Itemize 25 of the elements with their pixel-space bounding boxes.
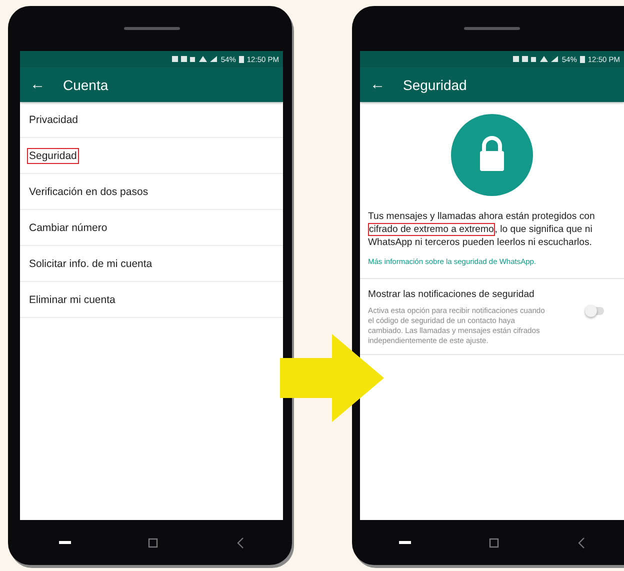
menu-item[interactable]: Privacidad [20, 102, 283, 138]
menu-item[interactable]: Verificación en dos pasos [20, 174, 283, 210]
encryption-text: Tus mensajes y llamadas ahora están protegidos con cifrado de extremo a extremo, lo que significa que ni WhatsApp ni terceros pueden leerlos ni escucharlos. [368, 210, 596, 249]
speaker-slot [464, 27, 520, 30]
menu-item[interactable]: Seguridad [20, 138, 283, 174]
status-icons [172, 55, 218, 63]
screen-title: Seguridad [403, 76, 467, 92]
screen-title: Cuenta [63, 76, 108, 92]
notification-toggle[interactable] [586, 307, 604, 315]
recents-icon[interactable] [58, 541, 71, 544]
battery-icon [580, 55, 585, 63]
speaker-slot [124, 27, 180, 30]
home-icon[interactable] [148, 538, 158, 548]
home-icon[interactable] [489, 538, 499, 548]
status-icons [512, 55, 559, 63]
battery-icon [238, 55, 244, 63]
back-icon[interactable] [236, 536, 244, 548]
menu-item[interactable]: Cambiar número [20, 210, 283, 246]
back-button[interactable]: ← [30, 76, 45, 93]
menu-item[interactable]: Solicitar info. de mi cuenta [20, 246, 283, 282]
back-icon[interactable] [577, 536, 585, 548]
lock-icon [451, 114, 533, 196]
setting-title: Mostrar las notificaciones de seguridad [368, 289, 536, 300]
menu-item[interactable]: Eliminar mi cuenta [20, 282, 283, 318]
back-button[interactable]: ← [370, 76, 385, 93]
